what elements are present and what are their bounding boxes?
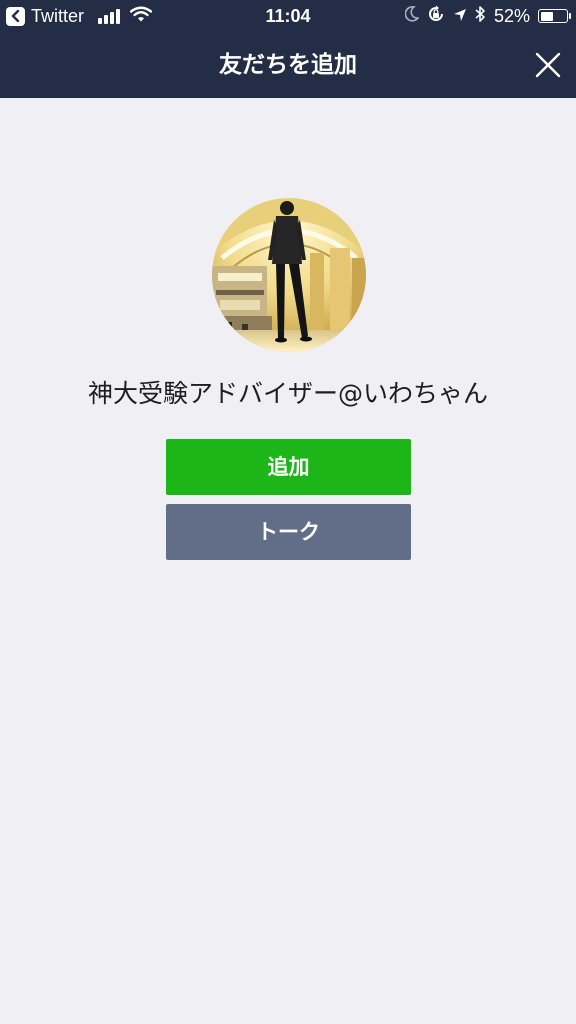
- page-title: 友だちを追加: [219, 52, 357, 78]
- header: 友だちを追加: [0, 32, 576, 98]
- rotation-lock-icon: [427, 5, 445, 28]
- location-icon: [453, 6, 467, 27]
- moon-icon: [404, 5, 420, 27]
- status-indicators: 52%: [404, 5, 571, 28]
- battery-level-fill: [540, 11, 553, 21]
- battery-icon: [538, 9, 571, 23]
- bluetooth-icon: [475, 5, 486, 28]
- talk-button[interactable]: トーク: [166, 504, 411, 560]
- profile-name: 神大受験アドバイザー@いわちゃん: [87, 379, 488, 408]
- status-bar: Twitter 11:04 52%: [0, 0, 576, 32]
- profile-photo: [212, 198, 366, 352]
- close-button[interactable]: [534, 51, 562, 79]
- avatar[interactable]: [212, 198, 366, 352]
- close-icon: [535, 52, 561, 78]
- battery-percent: 52%: [493, 6, 530, 26]
- add-friend-screen: Twitter 11:04 52% 友だちを追加 神大受験アドバイザー@いわちゃ…: [0, 0, 576, 1024]
- add-friend-button[interactable]: 追加: [166, 439, 411, 495]
